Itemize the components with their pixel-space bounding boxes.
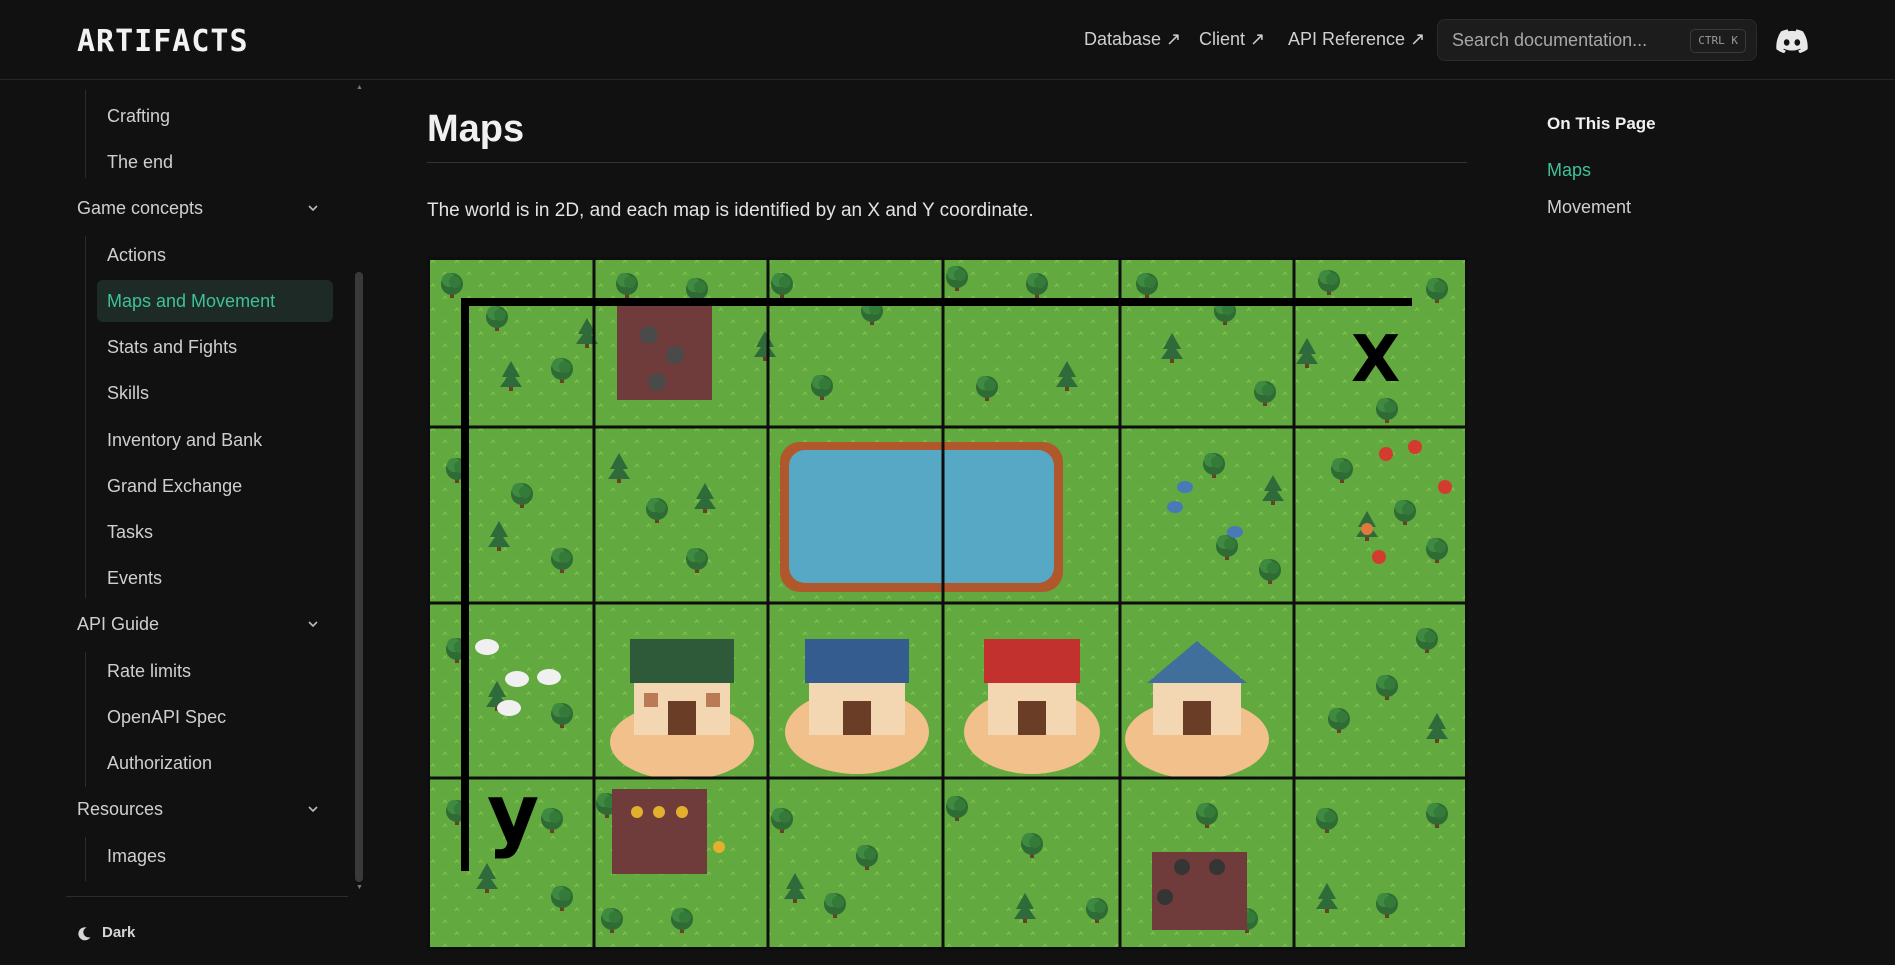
sidebar-item-rate-limits[interactable]: Rate limits bbox=[107, 661, 191, 682]
map-axis-y-label: y bbox=[487, 767, 540, 860]
sidebar-tree-line bbox=[85, 236, 86, 598]
search-box[interactable]: CTRL K bbox=[1437, 19, 1757, 61]
sidebar-group-game-concepts[interactable]: Game concepts bbox=[77, 198, 203, 219]
sidebar-item-the-end[interactable]: The end bbox=[107, 152, 173, 173]
sidebar-item-images[interactable]: Images bbox=[107, 846, 166, 867]
sidebar-item-openapi-spec[interactable]: OpenAPI Spec bbox=[107, 707, 226, 728]
sidebar-scrollbar-thumb[interactable] bbox=[355, 272, 363, 882]
on-this-page-title: On This Page bbox=[1547, 114, 1656, 133]
sidebar-item-actions[interactable]: Actions bbox=[107, 245, 166, 266]
sidebar-item-skills[interactable]: Skills bbox=[107, 383, 149, 404]
sidebar-item-inventory-and-bank[interactable]: Inventory and Bank bbox=[107, 430, 262, 451]
world-map-image: X y bbox=[427, 257, 1468, 950]
scroll-down-arrow-icon[interactable]: ▼ bbox=[356, 884, 363, 891]
chevron-down-icon[interactable] bbox=[306, 802, 320, 816]
toc-link-movement[interactable]: Movement bbox=[1547, 197, 1631, 218]
sidebar-divider bbox=[66, 896, 348, 897]
top-header: ARTIFACTS Database ↗ Client ↗ API Refere… bbox=[0, 0, 1895, 80]
nav-client-link[interactable]: Client ↗ bbox=[1199, 29, 1265, 50]
sidebar-item-grand-exchange[interactable]: Grand Exchange bbox=[107, 476, 242, 497]
intro-paragraph: The world is in 2D, and each map is iden… bbox=[427, 200, 1034, 221]
theme-toggle-label[interactable]: Dark bbox=[102, 924, 135, 941]
map-axis-x-label: X bbox=[1351, 323, 1401, 397]
sidebar-group-api-guide[interactable]: API Guide bbox=[77, 614, 159, 635]
page-title: Maps bbox=[427, 108, 525, 150]
sidebar-tree-line bbox=[85, 90, 86, 178]
site-logo[interactable]: ARTIFACTS bbox=[77, 24, 249, 59]
sidebar-tree-line bbox=[85, 837, 86, 881]
sidebar-tree-line bbox=[85, 652, 86, 787]
scroll-up-arrow-icon[interactable]: ▲ bbox=[356, 84, 363, 91]
sidebar-item-crafting[interactable]: Crafting bbox=[107, 106, 170, 127]
chevron-down-icon[interactable] bbox=[306, 201, 320, 215]
sidebar-item-authorization[interactable]: Authorization bbox=[107, 753, 212, 774]
search-input[interactable] bbox=[1452, 29, 1682, 51]
sidebar-item-tasks[interactable]: Tasks bbox=[107, 522, 153, 543]
sidebar-group-resources[interactable]: Resources bbox=[77, 799, 163, 820]
moon-icon[interactable] bbox=[76, 926, 92, 942]
discord-icon[interactable] bbox=[1776, 29, 1808, 53]
map-grid-graphic bbox=[427, 257, 1468, 950]
sidebar-item-events[interactable]: Events bbox=[107, 568, 162, 589]
sidebar-item-maps-and-movement[interactable]: Maps and Movement bbox=[107, 291, 275, 312]
chevron-down-icon[interactable] bbox=[306, 617, 320, 631]
nav-database-link[interactable]: Database ↗ bbox=[1084, 29, 1181, 50]
sidebar-item-stats-and-fights[interactable]: Stats and Fights bbox=[107, 337, 237, 358]
toc-link-maps[interactable]: Maps bbox=[1547, 160, 1591, 181]
search-shortcut-badge: CTRL K bbox=[1690, 29, 1746, 53]
title-divider bbox=[427, 162, 1467, 163]
nav-api-reference-link[interactable]: API Reference ↗ bbox=[1288, 29, 1425, 50]
